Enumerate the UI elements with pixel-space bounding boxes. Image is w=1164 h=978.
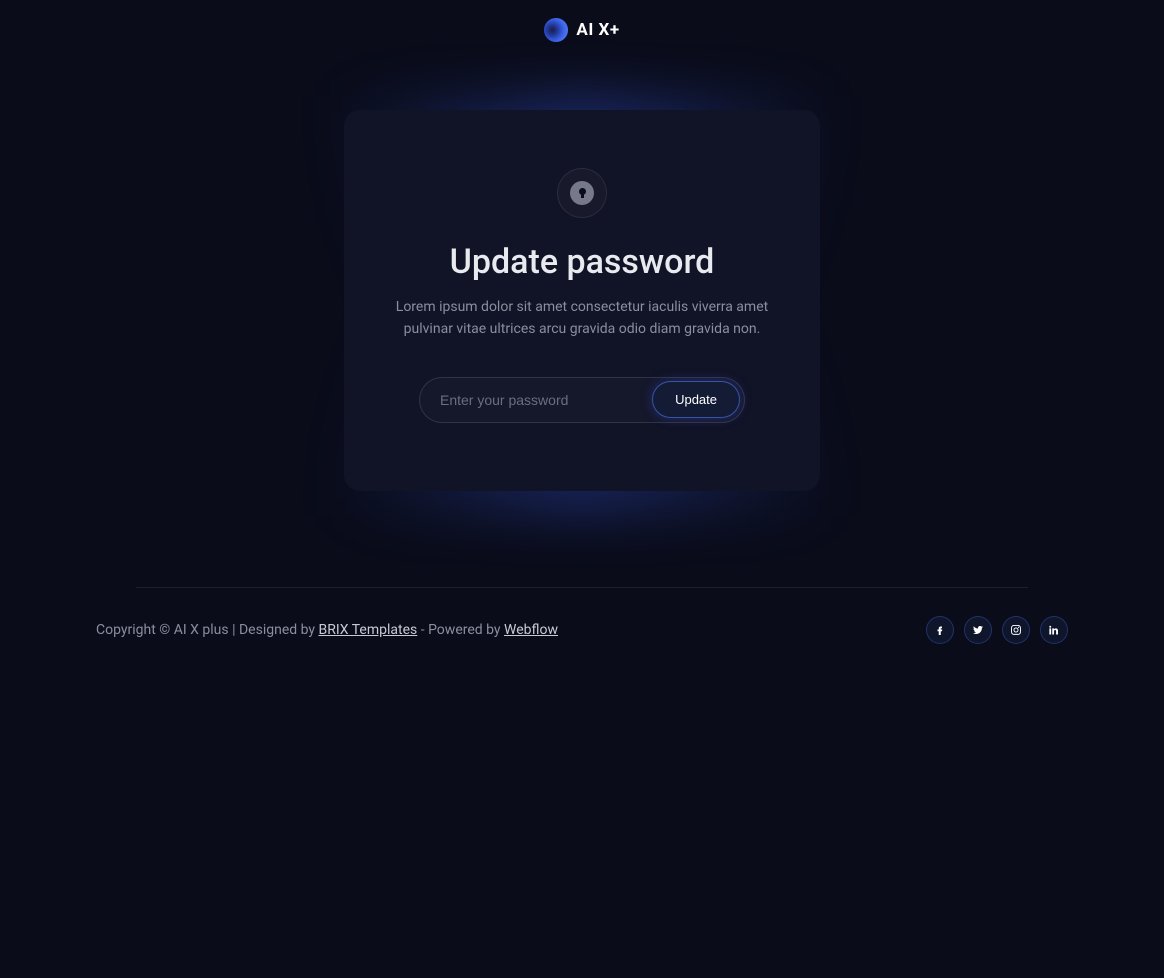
keyhole-icon bbox=[570, 181, 594, 205]
instagram-icon[interactable] bbox=[1002, 616, 1030, 644]
header: AI X+ bbox=[0, 0, 1164, 60]
update-password-card: Update password Lorem ipsum dolor sit am… bbox=[344, 110, 820, 491]
password-input[interactable] bbox=[440, 392, 644, 408]
designer-link[interactable]: BRIX Templates bbox=[319, 622, 418, 638]
logo-icon bbox=[544, 18, 568, 42]
update-button[interactable]: Update bbox=[652, 381, 740, 418]
twitter-icon[interactable] bbox=[964, 616, 992, 644]
copyright-prefix: Copyright © AI X plus | Designed by bbox=[96, 622, 319, 638]
card-title: Update password bbox=[450, 242, 715, 282]
powered-by-prefix: - Powered by bbox=[417, 622, 504, 638]
social-icons bbox=[926, 616, 1068, 644]
facebook-icon[interactable] bbox=[926, 616, 954, 644]
footer-copyright: Copyright © AI X plus | Designed by BRIX… bbox=[96, 622, 558, 638]
lock-icon-wrapper bbox=[557, 168, 607, 218]
password-input-wrapper: Update bbox=[419, 377, 745, 423]
powered-by-link[interactable]: Webflow bbox=[504, 622, 558, 638]
logo-text: AI X+ bbox=[576, 20, 619, 40]
footer-section: Copyright © AI X plus | Designed by BRIX… bbox=[0, 587, 1164, 672]
footer: Copyright © AI X plus | Designed by BRIX… bbox=[96, 588, 1068, 672]
linkedin-icon[interactable] bbox=[1040, 616, 1068, 644]
main-content: Update password Lorem ipsum dolor sit am… bbox=[0, 60, 1164, 491]
card-description: Lorem ipsum dolor sit amet consectetur i… bbox=[392, 296, 772, 341]
